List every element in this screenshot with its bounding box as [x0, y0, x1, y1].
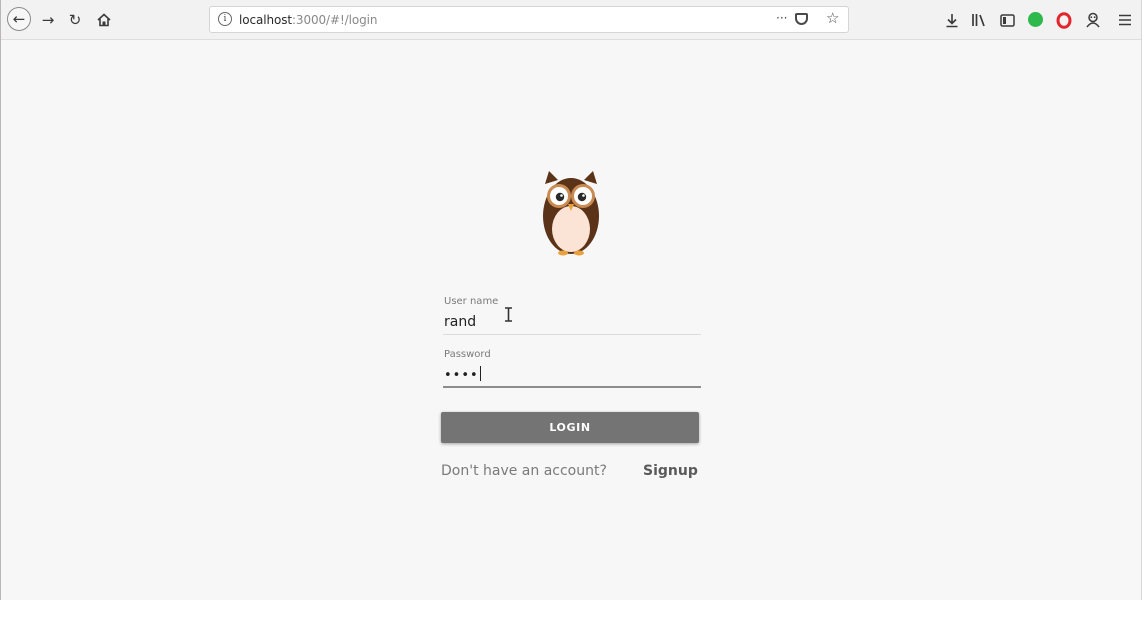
password-value: ••••	[444, 368, 479, 383]
password-underline	[443, 386, 701, 388]
no-account-text: Don't have an account?	[441, 463, 607, 479]
library-icon[interactable]	[970, 11, 988, 29]
password-label: Password	[444, 349, 491, 360]
login-button[interactable]: LOGIN	[441, 412, 699, 443]
info-icon[interactable]: i	[218, 12, 232, 26]
caret	[479, 366, 481, 381]
browser-window: ← → ↻ i localhost:3000/#!/login ··· ☆ Us…	[0, 0, 1142, 600]
back-icon[interactable]: ←	[7, 7, 31, 31]
password-field[interactable]: Password ••••	[443, 347, 701, 389]
url-path: :3000/#!/login	[291, 13, 378, 27]
url-bar[interactable]: i localhost:3000/#!/login ··· ☆	[209, 6, 849, 33]
username-label: User name	[444, 296, 499, 307]
url-host: localhost	[239, 13, 292, 27]
opera-icon[interactable]	[1054, 10, 1074, 30]
browser-toolbar: ← → ↻ i localhost:3000/#!/login ··· ☆	[1, 0, 1141, 40]
text-cursor-icon	[505, 307, 512, 322]
incognito-icon[interactable]	[1083, 10, 1103, 30]
username-underline	[443, 334, 701, 335]
page-actions-icon[interactable]: ···	[776, 12, 787, 24]
sidebar-icon[interactable]	[998, 11, 1016, 29]
download-icon[interactable]	[943, 11, 961, 29]
bookmark-star-icon[interactable]: ☆	[826, 11, 839, 26]
signup-link[interactable]: Signup	[643, 463, 698, 479]
grammarly-icon[interactable]	[1028, 12, 1043, 27]
username-field[interactable]: User name rand	[443, 294, 701, 336]
owl-logo	[543, 171, 599, 256]
username-input[interactable]: rand	[444, 314, 476, 330]
home-icon[interactable]	[95, 11, 113, 29]
url-text[interactable]: localhost:3000/#!/login	[239, 13, 377, 27]
pocket-icon[interactable]	[795, 13, 808, 25]
forward-icon[interactable]: →	[39, 11, 57, 29]
password-input[interactable]: ••••	[444, 366, 481, 383]
menu-icon[interactable]	[1116, 11, 1134, 29]
reload-icon[interactable]: ↻	[66, 11, 84, 29]
